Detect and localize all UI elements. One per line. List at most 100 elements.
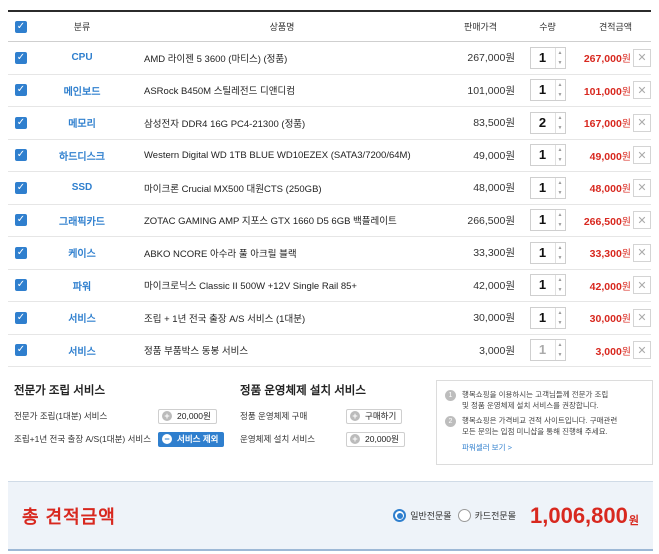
row-checkbox[interactable]: ✓: [15, 344, 27, 357]
delete-row-button[interactable]: ✕: [633, 146, 651, 165]
service-exclude-button[interactable]: − 서비스 제외: [158, 431, 225, 447]
spinner-arrows-icon[interactable]: ▲ ▼: [554, 177, 565, 198]
row-category[interactable]: 메인보드: [34, 83, 130, 98]
row-category[interactable]: 메모리: [34, 115, 130, 130]
row-checkbox[interactable]: ✓: [15, 149, 27, 162]
quantity-stepper[interactable]: 2 ▲ ▼: [529, 111, 566, 134]
quantity-stepper[interactable]: 1 ▲ ▼: [529, 79, 566, 102]
spinner-arrows-icon[interactable]: ▲ ▼: [554, 242, 565, 263]
spinner-arrows-icon[interactable]: ▲ ▼: [554, 80, 565, 101]
quantity-value[interactable]: 1: [531, 145, 555, 165]
spinner-arrows-icon[interactable]: ▲ ▼: [554, 307, 565, 328]
radio-unselected[interactable]: [457, 509, 471, 522]
general-mall-option[interactable]: 일반전문몰: [393, 509, 452, 522]
quantity-value[interactable]: 1: [531, 275, 555, 295]
row-checkbox[interactable]: ✓: [15, 181, 27, 194]
table-row: ✓ 케이스 ABKO NCORE 아수라 풀 아크릴 블랙 33,300원 1 ▲…: [8, 237, 651, 270]
number-badge: 1: [445, 390, 456, 401]
quantity-value[interactable]: 1: [531, 48, 555, 68]
quantity-stepper[interactable]: 1 ▲ ▼: [529, 144, 566, 167]
row-total: 49,000원: [589, 150, 631, 163]
grand-total-currency: 원: [628, 514, 639, 527]
row-checkbox[interactable]: ✓: [15, 246, 27, 259]
delete-row-button[interactable]: ✕: [633, 276, 651, 295]
spinner-arrows-icon[interactable]: ▲ ▼: [554, 112, 565, 133]
delete-row-button[interactable]: ✕: [633, 211, 651, 230]
quantity-value[interactable]: 2: [531, 113, 555, 133]
card-mall-option[interactable]: 카드전문몰: [457, 509, 516, 522]
spinner-arrows-icon[interactable]: ▲ ▼: [554, 340, 565, 361]
spinner-arrows-icon[interactable]: ▲ ▼: [554, 145, 565, 166]
spinner-arrows-icon[interactable]: ▲ ▼: [554, 275, 565, 296]
row-checkbox[interactable]: ✓: [15, 214, 27, 227]
spinner-arrows-icon[interactable]: ▲ ▼: [554, 47, 565, 68]
row-total: 267,000원: [583, 53, 631, 66]
delete-row-button[interactable]: ✕: [633, 243, 651, 262]
quantity-value[interactable]: 1: [531, 80, 555, 100]
spinner-arrows-icon[interactable]: ▲ ▼: [554, 210, 565, 231]
row-category[interactable]: 케이스: [34, 245, 130, 260]
quantity-stepper[interactable]: 1 ▲ ▼: [529, 339, 566, 362]
grand-total-amount: 1,006,800: [530, 502, 628, 528]
row-checkbox[interactable]: ✓: [15, 279, 27, 292]
plus-icon: +: [350, 411, 360, 421]
row-product-name: 조립 + 1년 전국 출장 A/S 서비스 (1대분): [144, 313, 306, 325]
close-icon: ✕: [637, 117, 647, 130]
quantity-stepper[interactable]: 1 ▲ ▼: [529, 274, 566, 297]
table-row: ✓ 서비스 조립 + 1년 전국 출장 A/S 서비스 (1대분) 30,000…: [8, 302, 651, 335]
row-category[interactable]: CPU: [34, 52, 130, 63]
delete-row-button[interactable]: ✕: [633, 178, 651, 197]
quantity-value[interactable]: 1: [531, 178, 555, 198]
row-price: 101,000원: [467, 84, 515, 97]
quantity-value[interactable]: 1: [531, 243, 555, 263]
delete-row-button[interactable]: ✕: [633, 81, 651, 100]
quantity-stepper[interactable]: 1 ▲ ▼: [529, 306, 566, 329]
row-product-name: ASRock B450M 스틸레전드 디앤디컴: [144, 86, 295, 98]
delete-row-button[interactable]: ✕: [633, 113, 651, 132]
delete-row-button[interactable]: ✕: [633, 308, 651, 327]
close-icon: ✕: [637, 52, 647, 65]
os-buy-button[interactable]: + 구매하기: [346, 408, 403, 424]
row-category[interactable]: 그래픽카드: [34, 213, 130, 228]
row-total: 48,000원: [589, 183, 631, 196]
quantity-value[interactable]: 1: [531, 210, 555, 230]
delete-row-button[interactable]: ✕: [633, 48, 651, 67]
quantity-stepper[interactable]: 1 ▲ ▼: [529, 209, 566, 232]
row-category[interactable]: 파워: [34, 278, 130, 293]
row-product-name: 정품 부품박스 동봉 서비스: [144, 346, 249, 358]
close-icon: ✕: [637, 182, 647, 195]
row-checkbox[interactable]: ✓: [15, 311, 27, 324]
os-service-title: 정품 운영체제 설치 서비스: [240, 385, 366, 397]
close-icon: ✕: [637, 214, 647, 227]
radio-selected[interactable]: [393, 509, 407, 522]
row-category[interactable]: SSD: [34, 182, 130, 193]
os-line1-label: 정품 운영체제 구매: [240, 411, 308, 421]
row-checkbox[interactable]: ✓: [15, 51, 27, 64]
quantity-stepper[interactable]: 1 ▲ ▼: [529, 46, 566, 69]
row-total: 30,000원: [589, 313, 631, 326]
select-all-cell[interactable]: ✓: [8, 20, 34, 33]
quantity-value[interactable]: 1: [531, 308, 555, 328]
row-category[interactable]: 서비스: [34, 310, 130, 325]
quantity-stepper[interactable]: 1 ▲ ▼: [529, 241, 566, 264]
row-category[interactable]: 서비스: [34, 343, 130, 358]
select-all-checkbox[interactable]: ✓: [15, 20, 27, 33]
row-product-name: 삼성전자 DDR4 16G PC4-21300 (정품): [144, 118, 306, 130]
assembly-line1-label: 전문가 조립(1대분) 서비스: [14, 411, 108, 421]
os-install-add-button[interactable]: +20,000원: [346, 431, 405, 447]
row-checkbox[interactable]: ✓: [15, 116, 27, 129]
quantity-stepper[interactable]: 1 ▲ ▼: [529, 176, 566, 199]
delete-row-button[interactable]: ✕: [633, 341, 651, 360]
close-icon: ✕: [637, 312, 647, 325]
row-price: 33,300원: [473, 247, 515, 260]
assembly-add-button[interactable]: +20,000원: [158, 408, 217, 424]
row-category[interactable]: 하드디스크: [34, 148, 130, 163]
row-product-name: 마이크론 Crucial MX500 대원CTS (250GB): [144, 183, 322, 195]
quantity-value[interactable]: 1: [531, 340, 555, 360]
power-seller-link[interactable]: 파워셀러 보기 >: [445, 442, 644, 453]
row-checkbox[interactable]: ✓: [15, 84, 27, 97]
assembly-service-section: 전문가 조립 서비스 전문가 조립(1대분) 서비스 +20,000원 조립+1…: [14, 382, 229, 453]
table-row: ✓ 파워 마이크로닉스 Classic II 500W +12V Single …: [8, 270, 651, 302]
assembly-service-title: 전문가 조립 서비스: [14, 385, 106, 397]
row-price: 267,000원: [467, 52, 515, 65]
